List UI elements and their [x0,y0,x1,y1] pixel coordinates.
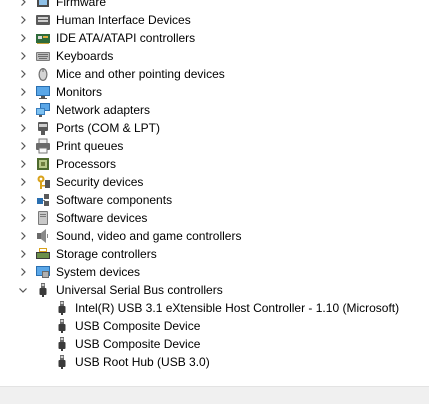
tree-item-label: Software devices [56,211,148,225]
tree-child-item-intel-r-usb-3-1-extensible-host-controller-1-10-microsoft[interactable]: Intel(R) USB 3.1 eXtensible Host Control… [0,299,429,317]
usb-icon [54,318,70,334]
tree-item-processors[interactable]: Processors [0,155,429,173]
tree-item-label: Sound, video and game controllers [56,229,242,243]
chevron-right-icon[interactable] [17,263,29,281]
tree-child-label: USB Composite Device [75,319,201,333]
tree-child-label: Intel(R) USB 3.1 eXtensible Host Control… [75,301,400,315]
tree-item-label: Firmware [56,0,106,9]
tree-item-label: Print queues [56,139,124,153]
printer-icon [35,138,51,154]
port-icon [35,120,51,136]
tree-item-label: Security devices [56,175,144,189]
storage-controller-icon [35,246,51,262]
tree-item-label: Storage controllers [56,247,157,261]
monitor-icon [35,84,51,100]
usb-icon [54,336,70,352]
chevron-right-icon[interactable] [17,65,29,83]
chevron-right-icon[interactable] [17,47,29,65]
chevron-right-icon[interactable] [17,11,29,29]
chevron-right-icon[interactable] [17,0,29,11]
tree-item-label: Processors [56,157,117,171]
chevron-right-icon[interactable] [17,209,29,227]
tree-item-keyboards[interactable]: Keyboards [0,47,429,65]
usb-icon [54,300,70,316]
ide-controller-icon [35,30,51,46]
tree-item-print-queues[interactable]: Print queues [0,137,429,155]
firmware-icon [35,0,51,10]
software-device-icon [35,210,51,226]
tree-child-label: USB Composite Device [75,337,201,351]
tree-item-label: Human Interface Devices [56,13,191,27]
tree-item-label: Keyboards [56,49,114,63]
tree-item-monitors[interactable]: Monitors [0,83,429,101]
chevron-right-icon[interactable] [17,245,29,263]
system-device-icon [35,264,51,280]
tree-item-software-devices[interactable]: Software devices [0,209,429,227]
tree-item-label: Software components [56,193,173,207]
chevron-right-icon[interactable] [17,29,29,47]
mouse-icon [35,66,51,82]
tree-item-human-interface-devices[interactable]: Human Interface Devices [0,11,429,29]
tree-item-sound-video-and-game-controllers[interactable]: Sound, video and game controllers [0,227,429,245]
tree-item-firmware[interactable]: Firmware [0,0,429,11]
tree-item-label: IDE ATA/ATAPI controllers [56,31,196,45]
tree-item-label: Universal Serial Bus controllers [56,283,223,297]
software-component-icon [35,192,51,208]
chevron-right-icon[interactable] [17,191,29,209]
tree-item-network-adapters[interactable]: Network adapters [0,101,429,119]
chevron-right-icon[interactable] [17,137,29,155]
tree-item-system-devices[interactable]: System devices [0,263,429,281]
tree-item-ports-com-lpt[interactable]: Ports (COM & LPT) [0,119,429,137]
tree-child-item-usb-root-hub-usb-3-0[interactable]: USB Root Hub (USB 3.0) [0,353,429,371]
usb-icon [54,354,70,370]
tree-item-storage-controllers[interactable]: Storage controllers [0,245,429,263]
tree-item-mice-and-other-pointing-devices[interactable]: Mice and other pointing devices [0,65,429,83]
processor-icon [35,156,51,172]
chevron-right-icon[interactable] [17,101,29,119]
tree-item-software-components[interactable]: Software components [0,191,429,209]
tree-child-item-usb-composite-device[interactable]: USB Composite Device [0,335,429,353]
tree-item-label: System devices [56,265,141,279]
chevron-right-icon[interactable] [17,227,29,245]
tree-item-label: Network adapters [56,103,151,117]
keyboard-icon [35,48,51,64]
tree-item-label: Ports (COM & LPT) [56,121,161,135]
network-adapter-icon [35,102,51,118]
tree-item-security-devices[interactable]: Security devices [0,173,429,191]
chevron-right-icon[interactable] [17,119,29,137]
device-tree: Firmware Human Interface Devices IDE ATA/A… [0,0,429,371]
chevron-right-icon[interactable] [17,83,29,101]
tree-child-label: USB Root Hub (USB 3.0) [75,355,210,369]
hid-icon [35,12,51,28]
tree-item-label: Mice and other pointing devices [56,67,225,81]
security-key-icon [35,174,51,190]
tree-item-ide-ata-atapi-controllers[interactable]: IDE ATA/ATAPI controllers [0,29,429,47]
tree-child-item-usb-composite-device[interactable]: USB Composite Device [0,317,429,335]
chevron-down-icon[interactable] [17,281,29,299]
chevron-right-icon[interactable] [17,155,29,173]
tree-item-label: Monitors [56,85,103,99]
usb-icon [35,282,51,298]
status-bar [0,386,429,404]
speaker-icon [35,228,51,244]
tree-item-universal-serial-bus-controllers[interactable]: Universal Serial Bus controllers [0,281,429,299]
chevron-right-icon[interactable] [17,173,29,191]
